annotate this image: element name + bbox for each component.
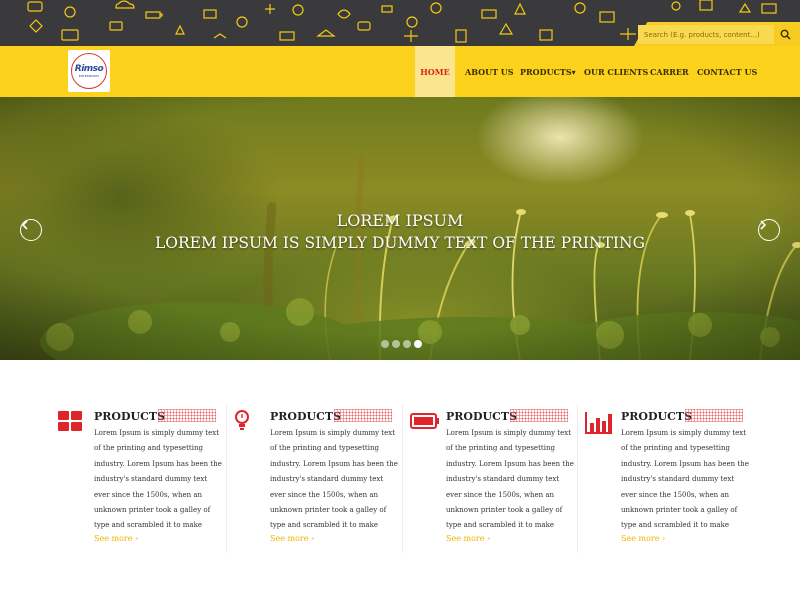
feature-card: PRODUCTS Lorem Ipsum is simply dummy tex… (410, 405, 580, 555)
feature-card: PRODUCTS Lorem Ipsum is simply dummy tex… (234, 405, 404, 555)
nav-item-contact-us[interactable]: CONTACT US (697, 46, 757, 97)
logo-subtext: ENTERPRISES (78, 74, 100, 78)
feature-title: PRODUCTS (270, 410, 342, 423)
slider-dot[interactable] (403, 340, 411, 348)
logo-text: Rimso (74, 64, 104, 74)
title-pattern (158, 409, 216, 422)
chevron-right-icon (760, 220, 767, 230)
slider-next-button[interactable] (758, 219, 780, 241)
column-divider (402, 405, 403, 553)
search-input[interactable] (638, 25, 774, 44)
nav-item-about-us[interactable]: ABOUT US (465, 46, 514, 97)
see-more-link[interactable]: See more › (621, 534, 665, 543)
feature-title: PRODUCTS (446, 410, 518, 423)
feature-text: Lorem Ipsum is simply dummy text of the … (621, 429, 749, 530)
search-button[interactable] (774, 25, 796, 44)
hero-slider: LOREM IPSUM LOREM IPSUM IS SIMPLY DUMMY … (0, 97, 800, 360)
see-more-link[interactable]: See more › (94, 534, 138, 543)
slider-indicators (381, 340, 422, 348)
feature-title: PRODUCTS (621, 410, 693, 423)
column-divider (226, 405, 227, 553)
battery-icon (410, 413, 439, 429)
feature-card: PRODUCTS Lorem Ipsum is simply dummy tex… (58, 405, 228, 555)
bar-chart-icon (585, 412, 612, 434)
nav-item-carrer[interactable]: CARRER (650, 46, 689, 97)
title-pattern (510, 409, 568, 422)
hero-subtitle: LOREM IPSUM IS SIMPLY DUMMY TEXT OF THE … (154, 234, 645, 252)
nav-item-products[interactable]: PRODUCTS▾ (520, 46, 576, 97)
logo-emblem: Rimso ENTERPRISES (71, 53, 107, 89)
feature-text: Lorem Ipsum is simply dummy text of the … (94, 429, 222, 530)
feature-card: PRODUCTS Lorem Ipsum is simply dummy tex… (585, 405, 755, 555)
grid-icon (58, 411, 82, 431)
title-pattern (334, 409, 392, 422)
chevron-left-icon (21, 220, 28, 230)
see-more-link[interactable]: See more › (270, 534, 314, 543)
slider-dot-active[interactable] (414, 340, 422, 348)
nav-item-our-clients[interactable]: OUR CLIENTS (584, 46, 648, 97)
feature-text: Lorem Ipsum is simply dummy text of the … (270, 429, 398, 530)
hero-title: LOREM IPSUM (336, 211, 464, 230)
search-icon (780, 29, 791, 40)
feature-title: PRODUCTS (94, 410, 166, 423)
logo[interactable]: Rimso ENTERPRISES (68, 50, 110, 92)
slider-dot[interactable] (381, 340, 389, 348)
lightbulb-icon (235, 410, 249, 430)
see-more-link[interactable]: See more › (446, 534, 490, 543)
title-pattern (685, 409, 743, 422)
nav-item-home[interactable]: HOME (415, 46, 455, 97)
slider-dot[interactable] (392, 340, 400, 348)
slider-prev-button[interactable] (20, 219, 42, 241)
feature-text: Lorem Ipsum is simply dummy text of the … (446, 429, 574, 530)
column-divider (577, 405, 578, 553)
